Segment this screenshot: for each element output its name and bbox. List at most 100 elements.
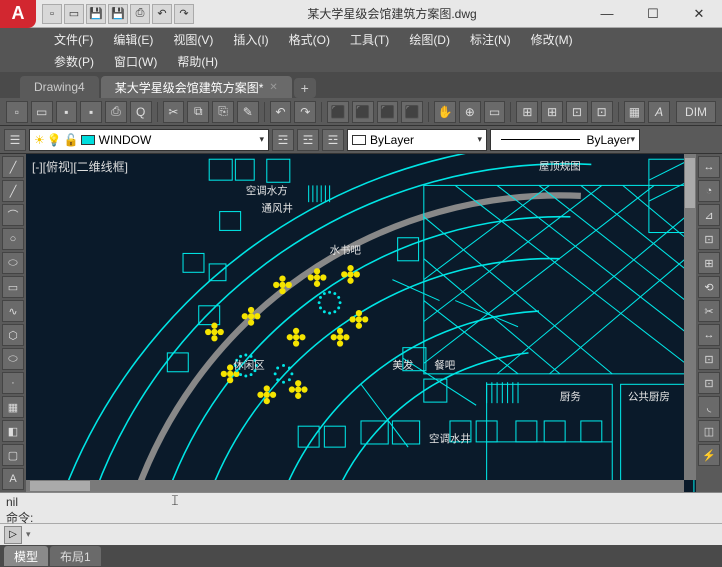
close-icon[interactable]: ✕: [269, 82, 277, 93]
pan-icon[interactable]: ✋: [434, 101, 456, 123]
viewport-icon[interactable]: ⊡: [591, 101, 613, 123]
close-button[interactable]: ✕: [676, 0, 722, 28]
stretch-icon[interactable]: ⊡: [698, 348, 720, 370]
command-history[interactable]: nil 命令:: [0, 493, 722, 523]
layer-prev-icon[interactable]: ☲: [272, 129, 294, 151]
menu-file[interactable]: 文件(F): [44, 31, 103, 48]
drawing-canvas[interactable]: [-][俯视][二维线框]: [26, 154, 696, 492]
menu-tools[interactable]: 工具(T): [340, 31, 399, 48]
point-icon[interactable]: ·: [2, 372, 24, 394]
viewport-icon[interactable]: ⊞: [541, 101, 563, 123]
ellipse2-icon[interactable]: ⬭: [2, 348, 24, 370]
saveall-icon[interactable]: ▪: [80, 101, 102, 123]
chamfer-icon[interactable]: ◫: [698, 420, 720, 442]
table-icon[interactable]: ▦: [624, 101, 646, 123]
layer-state-icon[interactable]: ☲: [297, 129, 319, 151]
zoom-icon[interactable]: ⊕: [459, 101, 481, 123]
move-icon[interactable]: ↔: [698, 156, 720, 178]
array-icon[interactable]: ⊞: [698, 252, 720, 274]
rotate-icon[interactable]: ⟲: [698, 276, 720, 298]
scrollbar-thumb[interactable]: [30, 481, 90, 491]
region-icon[interactable]: ▢: [2, 444, 24, 466]
qat-saveas[interactable]: 💾: [108, 4, 128, 24]
explode-icon[interactable]: ⚡: [698, 444, 720, 466]
add-tab-button[interactable]: +: [294, 78, 316, 98]
menu-insert[interactable]: 插入(I): [223, 31, 278, 48]
match-icon[interactable]: ✎: [237, 101, 259, 123]
model-tab[interactable]: 模型: [4, 546, 48, 566]
block-icon[interactable]: ⬛: [401, 101, 423, 123]
zoomwin-icon[interactable]: ▭: [484, 101, 506, 123]
menu-view[interactable]: 视图(V): [163, 31, 223, 48]
qat-save[interactable]: 💾: [86, 4, 106, 24]
vertical-scrollbar[interactable]: [684, 154, 696, 480]
menu-parametric[interactable]: 参数(P): [44, 53, 104, 70]
dim-button[interactable]: DIM: [676, 101, 716, 123]
linetype-dropdown[interactable]: ByLayer ▾: [490, 129, 640, 151]
cut-icon[interactable]: ✂: [163, 101, 185, 123]
qat-open[interactable]: ▭: [64, 4, 84, 24]
copy-icon[interactable]: ◔: [698, 180, 720, 202]
block-icon[interactable]: ⬛: [327, 101, 349, 123]
tab-drawing4[interactable]: Drawing4: [20, 76, 99, 98]
polygon-icon[interactable]: ⬡: [2, 324, 24, 346]
menu-dimension[interactable]: 标注(N): [460, 31, 521, 48]
menu-modify[interactable]: 修改(M): [521, 31, 583, 48]
mirror-icon[interactable]: ⊿: [698, 204, 720, 226]
command-prompt-icon[interactable]: ▷: [4, 526, 22, 544]
ellipse-icon[interactable]: ⬭: [2, 252, 24, 274]
polyline-icon[interactable]: ╱: [2, 180, 24, 202]
print-icon[interactable]: ⎙: [105, 101, 127, 123]
extend-icon[interactable]: ↔: [698, 324, 720, 346]
text-icon[interactable]: A: [2, 468, 24, 490]
app-logo[interactable]: A: [0, 0, 36, 28]
layer-dropdown[interactable]: ☀ 💡 🔓 WINDOW ▾: [29, 129, 269, 151]
menu-edit[interactable]: 编辑(E): [103, 31, 163, 48]
gradient-icon[interactable]: ◧: [2, 420, 24, 442]
viewport-icon[interactable]: ⊡: [566, 101, 588, 123]
preview-icon[interactable]: Q: [130, 101, 152, 123]
maximize-button[interactable]: ☐: [630, 0, 676, 28]
block-icon[interactable]: ⬛: [377, 101, 399, 123]
layer-manager-icon[interactable]: ☰: [4, 129, 26, 151]
minimize-button[interactable]: —: [584, 0, 630, 28]
color-dropdown[interactable]: ByLayer ▾: [347, 129, 487, 151]
qat-print[interactable]: ⎙: [130, 4, 150, 24]
horizontal-scrollbar[interactable]: [26, 480, 684, 492]
save-icon[interactable]: ▪: [56, 101, 78, 123]
spline-icon[interactable]: ∿: [2, 300, 24, 322]
scale-icon[interactable]: ⊡: [698, 372, 720, 394]
rect-icon[interactable]: ▭: [2, 276, 24, 298]
block-icon[interactable]: ⬛: [352, 101, 374, 123]
arc-icon[interactable]: ⌒: [2, 204, 24, 226]
qat-redo[interactable]: ↷: [174, 4, 194, 24]
copy-icon[interactable]: ⧉: [187, 101, 209, 123]
undo-icon[interactable]: ↶: [270, 101, 292, 123]
viewport-icon[interactable]: ⊞: [516, 101, 538, 123]
menu-format[interactable]: 格式(O): [279, 31, 340, 48]
layer-iso-icon[interactable]: ☲: [322, 129, 344, 151]
svg-text:休闲区: 休闲区: [233, 359, 264, 372]
open-icon[interactable]: ▭: [31, 101, 53, 123]
command-input[interactable]: [35, 528, 718, 542]
menu-window[interactable]: 窗口(W): [104, 53, 167, 70]
text-icon[interactable]: A: [648, 101, 670, 123]
redo-icon[interactable]: ↷: [294, 101, 316, 123]
menu-draw[interactable]: 绘图(D): [399, 31, 460, 48]
offset-icon[interactable]: ⊡: [698, 228, 720, 250]
paste-icon[interactable]: ⎘: [212, 101, 234, 123]
qat-undo[interactable]: ↶: [152, 4, 172, 24]
scrollbar-thumb[interactable]: [685, 158, 695, 208]
circle-icon[interactable]: ○: [2, 228, 24, 250]
menu-help[interactable]: 帮助(H): [167, 53, 228, 70]
viewport-label[interactable]: [-][俯视][二维线框]: [32, 158, 128, 175]
qat-new[interactable]: ▫: [42, 4, 62, 24]
new-icon[interactable]: ▫: [6, 101, 28, 123]
trim-icon[interactable]: ✂: [698, 300, 720, 322]
dropdown-icon[interactable]: ▾: [26, 529, 31, 540]
layout1-tab[interactable]: 布局1: [50, 546, 101, 566]
line-icon[interactable]: ╱: [2, 156, 24, 178]
hatch-icon[interactable]: ▦: [2, 396, 24, 418]
fillet-icon[interactable]: ◟: [698, 396, 720, 418]
tab-current-dwg[interactable]: 某大学星级会馆建筑方案图*✕: [101, 76, 292, 98]
